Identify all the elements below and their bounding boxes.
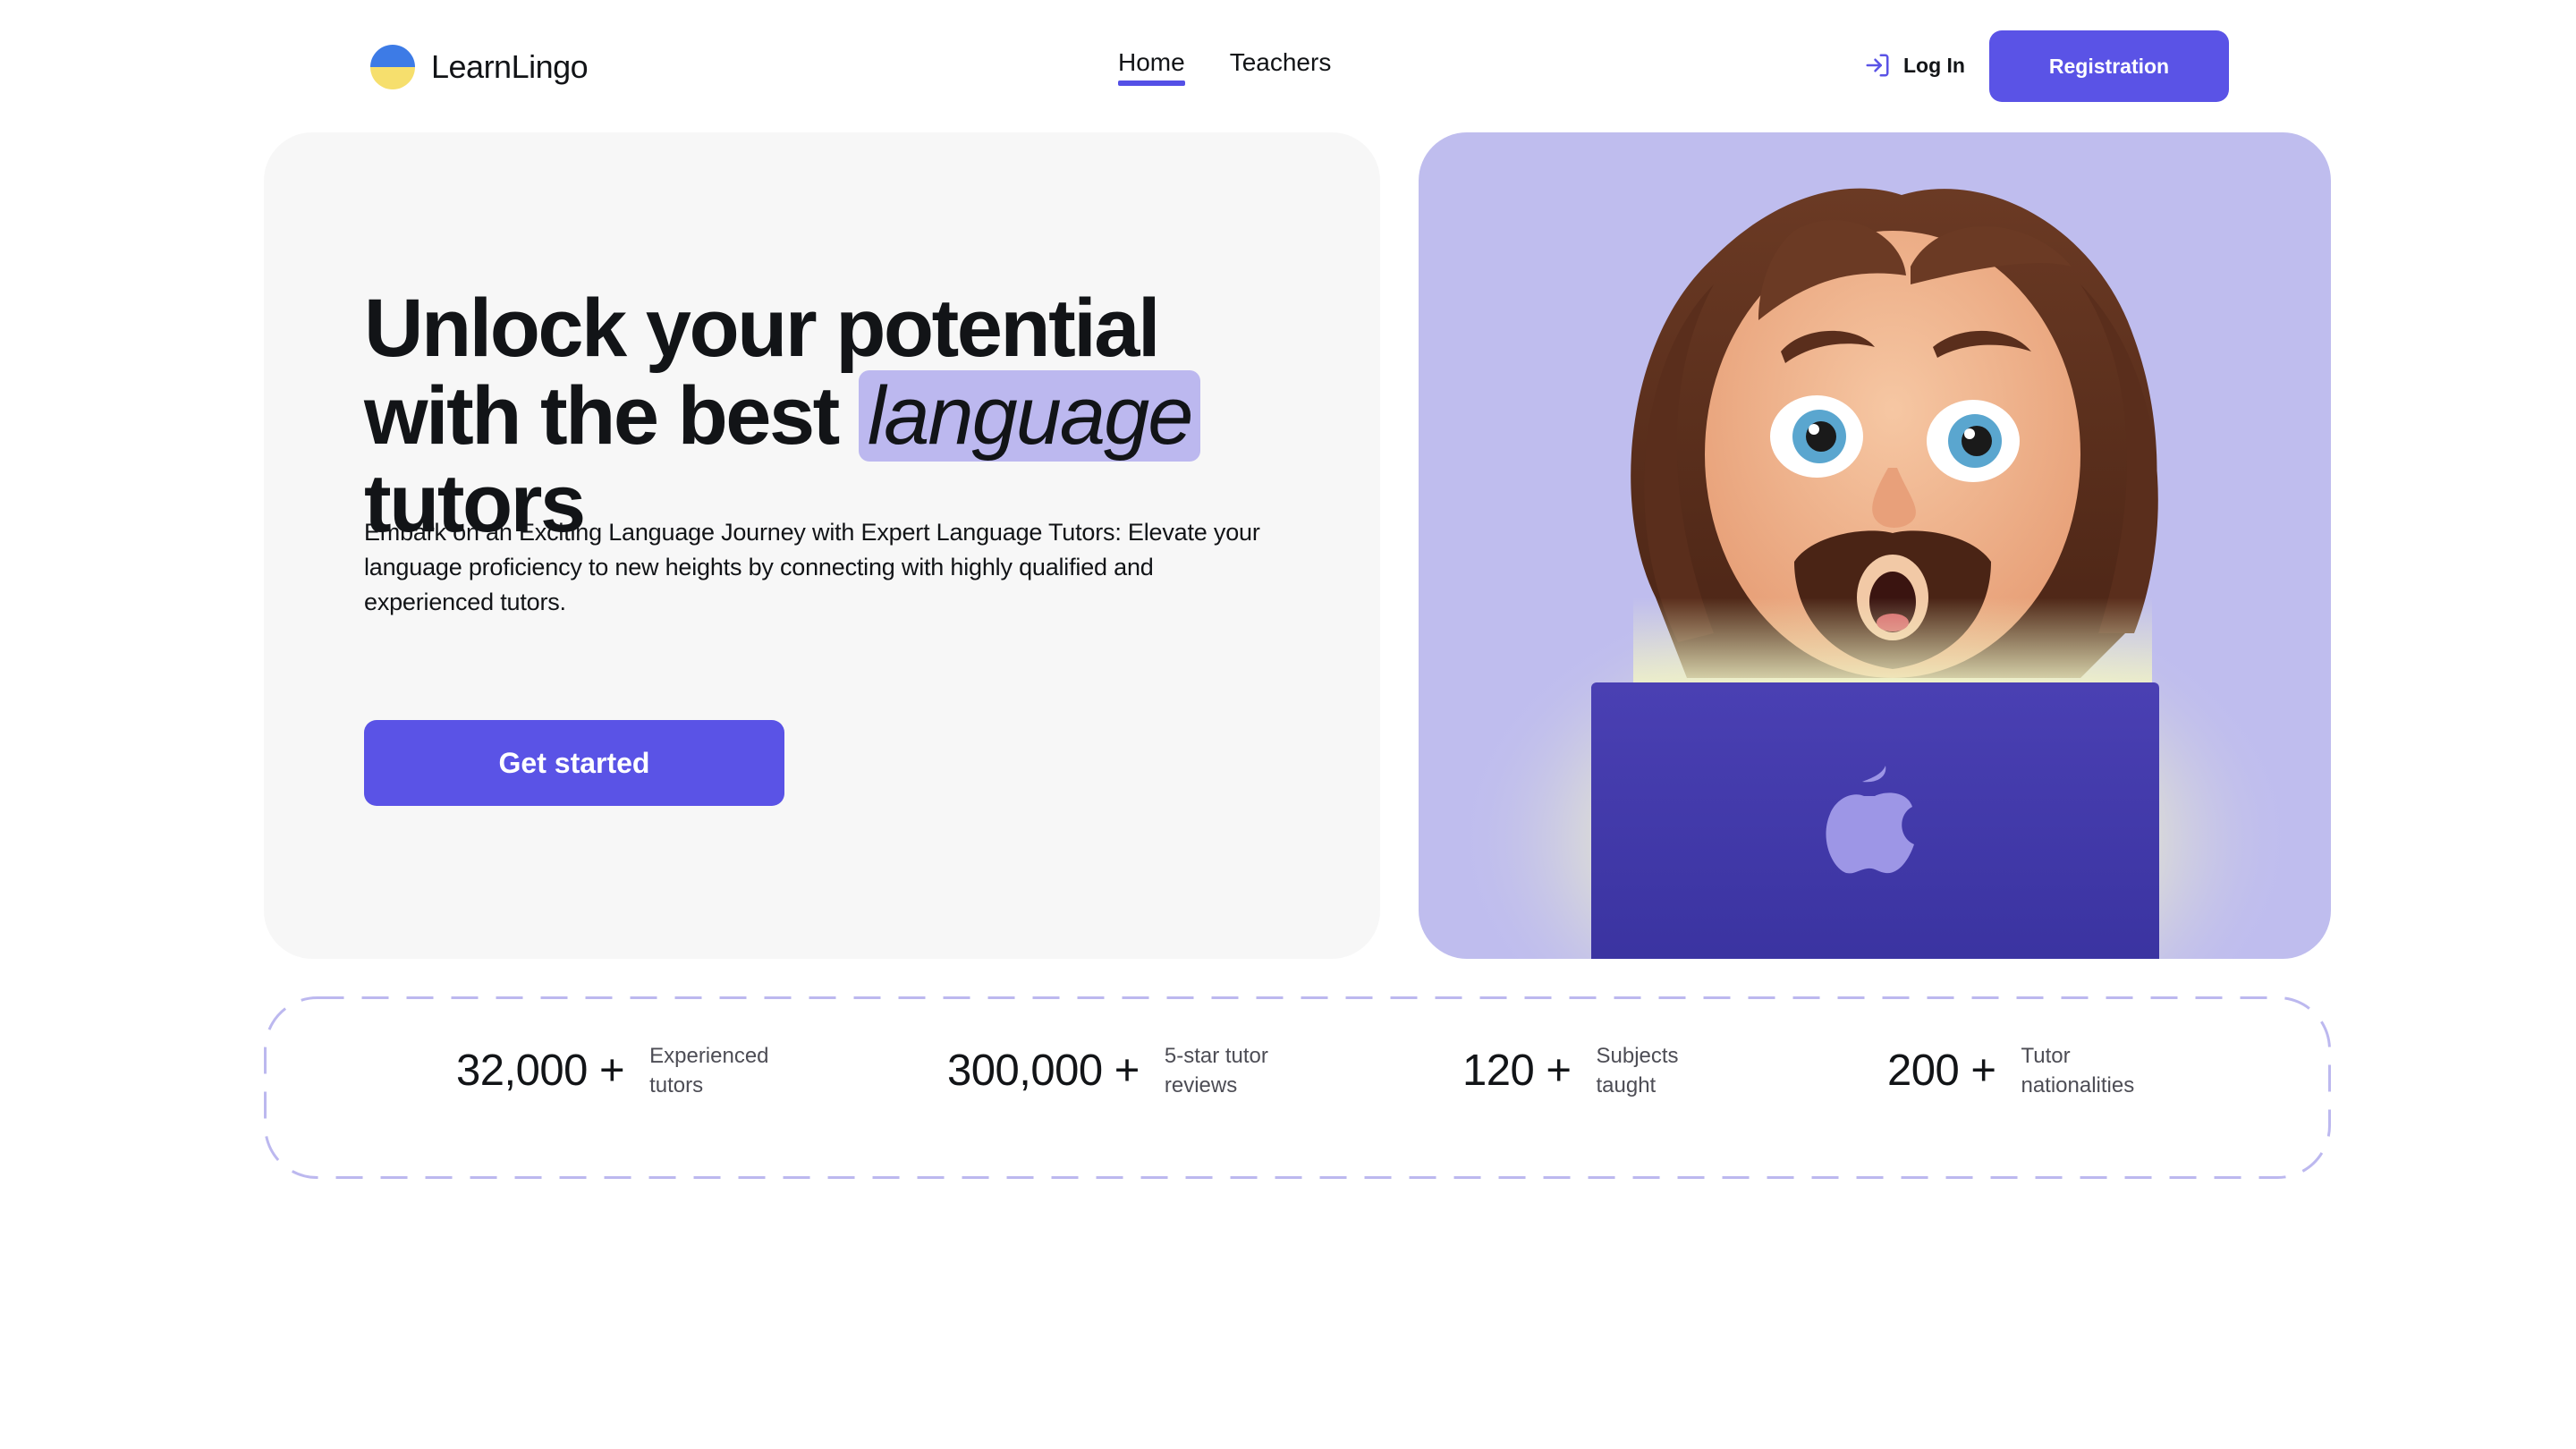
login-button[interactable]: Log In xyxy=(1864,52,1965,79)
stat-item: 32,000 + Experienced tutors xyxy=(456,1041,810,1100)
stats-bar: 32,000 + Experienced tutors 300,000 + 5-… xyxy=(264,996,2331,1179)
main-nav: Home Teachers xyxy=(1118,48,1331,86)
login-label: Log In xyxy=(1903,53,1965,77)
hero-description: Embark on an Exciting Language Journey w… xyxy=(364,519,1260,615)
hero-card: Unlock your potential with the best lang… xyxy=(264,132,1380,959)
stat-value: 300,000 + xyxy=(947,1046,1140,1095)
logo[interactable]: LearnLingo xyxy=(370,45,589,89)
registration-button[interactable]: Registration xyxy=(1989,30,2229,102)
login-arrow-icon xyxy=(1866,54,1889,77)
stat-label: Experienced tutors xyxy=(649,1044,769,1097)
nav-link-teachers[interactable]: Teachers xyxy=(1230,48,1332,86)
stat-value: 32,000 + xyxy=(456,1046,625,1095)
site-header: LearnLingo Home Teachers Log In Registra… xyxy=(0,0,2576,134)
ukraine-flag-circle-icon xyxy=(370,45,415,89)
stat-item: 200 + Tutor nationalities xyxy=(1887,1041,2155,1100)
get-started-button[interactable]: Get started xyxy=(364,720,784,806)
stat-label: Subjects taught xyxy=(1596,1044,1679,1097)
stat-item: 300,000 + 5-star tutor reviews xyxy=(947,1041,1326,1100)
hero-image xyxy=(1419,132,2331,959)
stat-label: 5-star tutor reviews xyxy=(1164,1044,1268,1097)
stat-item: 120 + Subjects taught xyxy=(1462,1041,1703,1100)
stat-value: 200 + xyxy=(1887,1046,1996,1095)
avatar-with-laptop-illustration xyxy=(1454,188,2295,959)
stat-label: Tutor nationalities xyxy=(2021,1044,2135,1097)
hero-title: Unlock your potential with the best lang… xyxy=(364,284,1330,547)
hero-title-highlight: language xyxy=(858,370,1201,462)
stat-value: 120 + xyxy=(1462,1046,1572,1095)
nav-link-home[interactable]: Home xyxy=(1118,48,1185,86)
logo-text: LearnLingo xyxy=(431,48,589,85)
